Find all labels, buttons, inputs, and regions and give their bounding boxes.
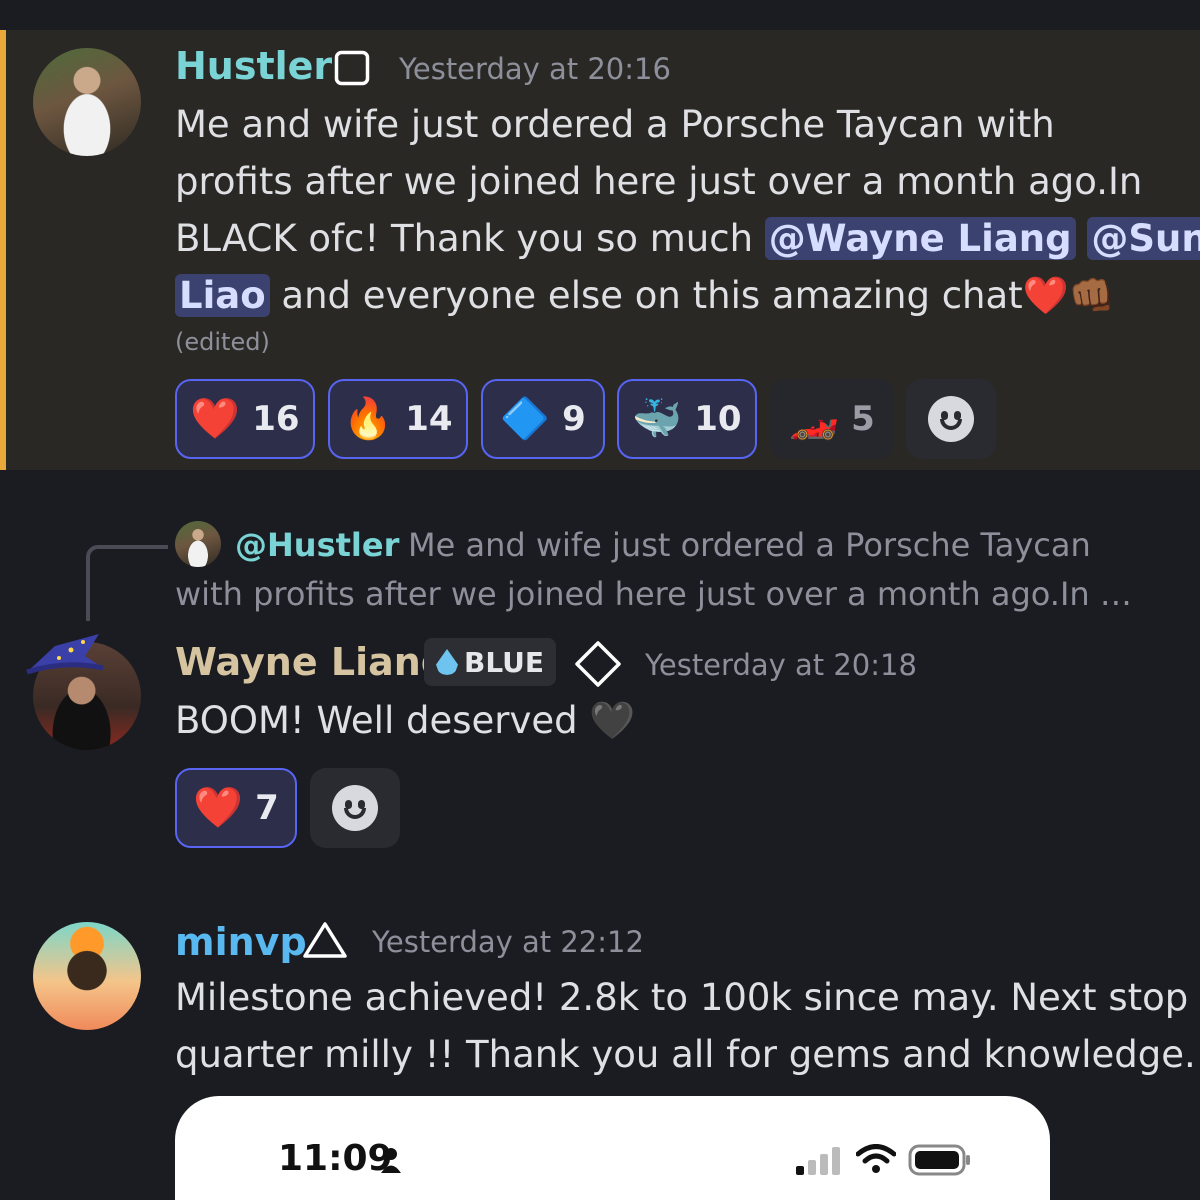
message-line: profits after we joined here just over a… <box>175 160 1143 203</box>
smiley-add-icon <box>928 396 974 442</box>
username-hustler[interactable]: Hustler <box>175 44 332 88</box>
heart-emoji: ❤️ <box>190 396 241 442</box>
avatar-hustler[interactable] <box>33 48 141 156</box>
smiley-add-icon <box>332 785 378 831</box>
person-icon <box>381 1148 401 1173</box>
wifi-icon <box>856 1144 896 1173</box>
racecar-emoji: 🏎️ <box>789 396 840 442</box>
timestamp-hustler: Yesterday at 20:16 <box>399 52 671 86</box>
username-wayne-liang[interactable]: Wayne Liang <box>175 640 448 684</box>
message-text: and everyone else on this amazing chat❤️… <box>269 274 1115 317</box>
reaction-count: 10 <box>694 399 742 439</box>
fire-emoji: 🔥 <box>343 396 394 442</box>
message-text: BLACK ofc! Thank you so much <box>175 217 765 260</box>
role-badge-blue[interactable]: BLUE <box>424 638 557 686</box>
message-line: quarter milly !! Thank you all for gems … <box>175 1033 1196 1076</box>
reaction-heart[interactable]: ❤️ 7 <box>175 768 297 848</box>
reply-preview[interactable]: Me and wife just ordered a Porsche Tayca… <box>408 526 1091 564</box>
edited-label: (edited) <box>175 328 270 356</box>
mention-wayne-liang[interactable]: @Wayne Liang <box>764 217 1076 260</box>
wizard-hat-icon <box>26 634 104 675</box>
message-text: BOOM! Well deserved 🖤 <box>175 699 636 742</box>
mention-sun-liao[interactable]: @Sun <box>1087 217 1200 260</box>
water-drop-icon <box>436 649 458 675</box>
blue-diamond-emoji: 🔷 <box>500 396 551 442</box>
reaction-diamond[interactable]: 🔷 9 <box>481 379 605 459</box>
mention-sun-liao-cont[interactable]: Liao <box>175 274 270 317</box>
reply-connector <box>86 545 168 621</box>
username-minvp[interactable]: minvp <box>175 920 307 964</box>
message-line: Milestone achieved! 2.8k to 100k since m… <box>175 976 1189 1019</box>
highlight-accent-bar <box>0 30 6 470</box>
message-line: BLACK ofc! Thank you so much @Wayne Lian… <box>175 210 1200 267</box>
timestamp-minvp: Yesterday at 22:12 <box>372 925 644 959</box>
add-reaction-button[interactable] <box>310 768 400 848</box>
heart-emoji: ❤️ <box>193 785 244 831</box>
reaction-fire[interactable]: 🔥 14 <box>328 379 468 459</box>
cellular-signal-icon <box>796 1147 840 1175</box>
reply-avatar-hustler <box>175 521 221 567</box>
battery-icon <box>908 1144 970 1176</box>
reaction-count: 14 <box>405 399 453 439</box>
diamond-outline-icon <box>575 641 621 687</box>
reaction-whale[interactable]: 🐳 10 <box>617 379 757 459</box>
reply-preview[interactable]: with profits after we joined here just o… <box>175 575 1132 613</box>
timestamp-wayne: Yesterday at 20:18 <box>645 648 917 682</box>
reaction-count: 7 <box>255 788 279 828</box>
add-reaction-button[interactable] <box>906 379 996 459</box>
reaction-racecar[interactable]: 🏎️ 5 <box>770 379 894 459</box>
reaction-count: 5 <box>851 399 875 439</box>
reaction-count: 16 <box>252 399 300 439</box>
message-line: Liao and everyone else on this amazing c… <box>175 267 1115 324</box>
reaction-heart[interactable]: ❤️ 16 <box>175 379 315 459</box>
square-outline-icon <box>334 50 370 86</box>
avatar-minvp[interactable] <box>33 922 141 1030</box>
message-line: Me and wife just ordered a Porsche Tayca… <box>175 103 1055 146</box>
reaction-count: 9 <box>562 399 586 439</box>
triangle-outline-icon <box>303 922 347 958</box>
reply-username[interactable]: @Hustler <box>235 526 399 564</box>
whale-emoji: 🐳 <box>632 396 683 442</box>
phone-clock: 11:09 <box>278 1138 393 1179</box>
badge-label: BLUE <box>464 645 545 679</box>
